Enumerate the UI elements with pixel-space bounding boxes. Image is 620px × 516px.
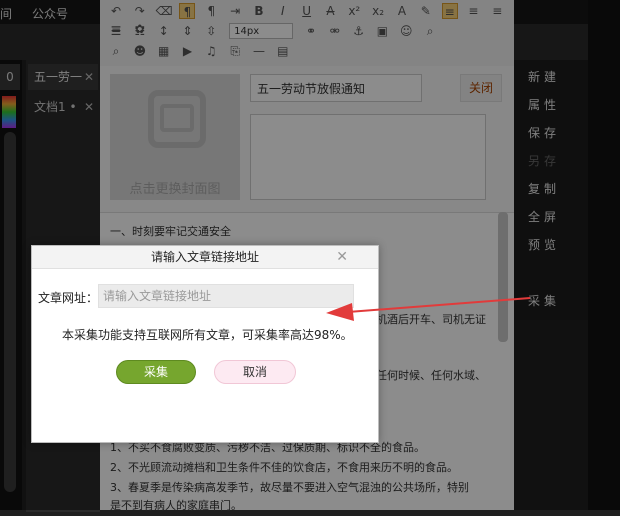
article-url-input[interactable] xyxy=(98,284,354,308)
url-label: 文章网址： xyxy=(38,291,99,305)
collect-button[interactable]: 采集 xyxy=(116,360,196,384)
dialog-header: 请输入文章链接地址 ✕ xyxy=(32,246,378,269)
red-arrow-icon xyxy=(326,297,531,321)
dialog-title: 请输入文章链接地址 xyxy=(150,250,259,264)
cancel-button[interactable]: 取消 xyxy=(214,360,296,384)
collect-dialog: 请输入文章链接地址 ✕ 文章网址： 本采集功能支持互联网所有文章，可采集率高达9… xyxy=(31,245,379,443)
collect-hint: 本采集功能支持互联网所有文章，可采集率高达98%。 xyxy=(62,328,353,342)
close-icon[interactable]: ✕ xyxy=(336,246,348,268)
